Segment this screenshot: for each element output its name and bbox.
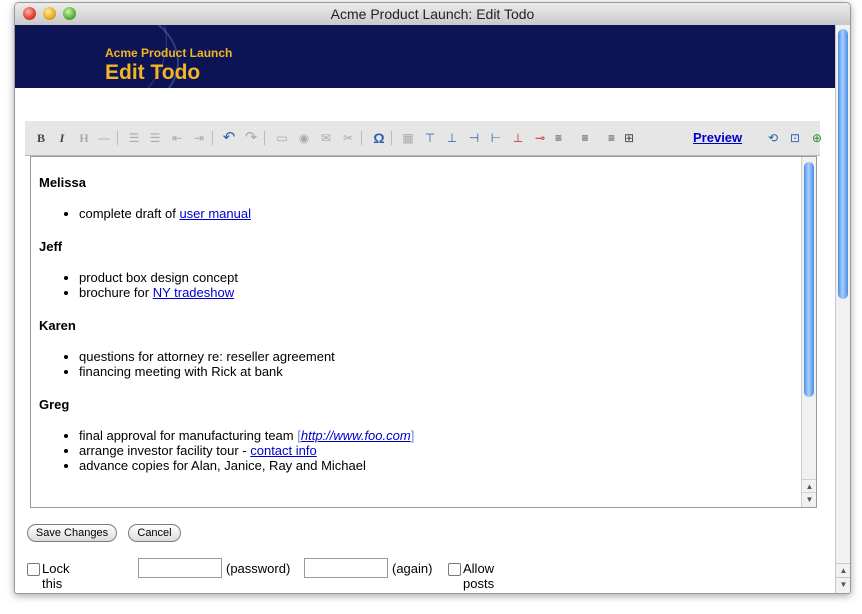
toolbar-divider [212,131,213,145]
redo-icon[interactable]: ↷ [243,130,259,146]
fullscreen-icon[interactable]: ⊡ [787,130,803,146]
insert-row-before-icon[interactable]: ⊤ [422,130,438,146]
page-title: Edit Todo [105,61,201,84]
insert-email-icon[interactable]: ✉ [318,130,334,146]
list-item: complete draft of user manual [79,206,789,221]
browser-window: Acme Product Launch: Edit Todo Acme Prod… [14,2,851,594]
foo-com-link[interactable]: http://www.foo.com [301,428,411,443]
insert-column-after-icon[interactable]: ⊢ [488,130,504,146]
title-bar: Acme Product Launch: Edit Todo [15,3,850,26]
list-item: final approval for manufacturing team [h… [79,428,789,443]
list-item: product box design concept [79,270,789,285]
todo-list: product box design concept brochure for … [39,270,789,300]
list-item: financing meeting with Rick at bank [79,364,789,379]
toolbar-divider [117,131,118,145]
ny-tradeshow-link[interactable]: NY tradeshow [153,285,234,300]
numbered-list-icon[interactable]: ☰ [147,130,163,146]
show-borders-icon[interactable]: ⊞ [621,130,637,146]
preview-link[interactable]: Preview [693,130,742,145]
password-again-input[interactable] [304,558,388,578]
align-left-icon[interactable]: ≡ [555,130,571,146]
page-scroll-thumb[interactable] [838,29,848,299]
password-again-label: (again) [392,561,433,576]
list-item: arrange investor facility tour - contact… [79,443,789,458]
editor-scroll-thumb[interactable] [804,162,814,397]
user-manual-link[interactable]: user manual [179,206,251,221]
outdent-icon[interactable]: ⇤ [169,130,185,146]
italic-icon[interactable]: I [54,130,70,146]
insert-media-icon[interactable]: ◉ [296,130,312,146]
page-scrollbar[interactable]: ▲ ▼ [835,25,850,593]
insert-column-before-icon[interactable]: ⊣ [466,130,482,146]
rich-text-editor[interactable]: Melissa complete draft of user manual Je… [30,156,817,508]
bullet-list-icon[interactable]: ☰ [126,130,142,146]
insert-image-icon[interactable]: ▭ [274,130,290,146]
align-center-icon[interactable]: ≡ [577,130,593,146]
section-heading: Greg [39,397,70,412]
password-label: (password) [226,561,291,576]
contact-info-link[interactable]: contact info [250,443,317,458]
editor-content[interactable]: Melissa complete draft of user manual Je… [39,165,789,491]
cancel-button[interactable]: Cancel [128,524,181,542]
toolbar-divider [391,131,392,145]
undo-icon[interactable]: ↶ [221,130,237,146]
special-character-icon[interactable]: Ω [371,130,387,146]
save-changes-button[interactable]: Save Changes [27,524,117,542]
heading-icon[interactable]: H [76,130,92,146]
bold-icon[interactable]: B [33,130,49,146]
editor-scroll-down-button[interactable]: ▼ [802,492,816,506]
delete-row-icon[interactable]: ⊸ [532,130,548,146]
section-heading: Karen [39,318,76,333]
insert-row-after-icon[interactable]: ⊥ [444,130,460,146]
horizontal-rule-icon[interactable]: — [96,130,112,146]
window-title: Acme Product Launch: Edit Todo [330,6,535,22]
page-banner: Acme Product Launch Edit Todo [15,25,835,88]
indent-icon[interactable]: ⇥ [191,130,207,146]
password-input[interactable] [138,558,222,578]
section-heading: Jeff [39,239,63,254]
lock-page-label: Lock this page: [42,561,75,593]
unlink-icon[interactable]: ✂ [340,130,356,146]
allow-posts-checkbox[interactable] [448,563,461,576]
delete-column-icon[interactable]: ⊥ [510,130,526,146]
toolbar-divider [361,131,362,145]
page-scroll-up-button[interactable]: ▲ [836,563,850,578]
editor-scroll-up-button[interactable]: ▲ [802,479,816,493]
allow-posts-label: Allow posts when locked [463,561,495,593]
editor-toolbar: B I H — ☰ ☰ ⇤ ⇥ ↶ ↷ ▭ ◉ ✉ ✂ Ω ▦ ⊤ ⊥ ⊣ ⊢ … [25,121,822,156]
todo-list: complete draft of user manual [39,206,789,221]
insert-table-icon[interactable]: ▦ [400,130,416,146]
edit-source-icon[interactable]: ⟲ [765,130,781,146]
list-item: brochure for NY tradeshow [79,285,789,300]
align-right-icon[interactable]: ≡ [599,130,615,146]
list-item: questions for attorney re: reseller agre… [79,349,789,364]
project-name: Acme Product Launch [105,46,233,60]
toolbar-divider [264,131,265,145]
add-icon[interactable]: ⊕ [809,130,825,146]
todo-list: final approval for manufacturing team [h… [39,428,789,473]
editor-scrollbar[interactable]: ▲ ▼ [801,157,816,507]
list-item: advance copies for Alan, Janice, Ray and… [79,458,789,473]
external-link: [http://www.foo.com] [297,428,415,443]
section-heading: Melissa [39,175,86,190]
page-scroll-down-button[interactable]: ▼ [836,577,850,592]
lock-page-checkbox[interactable] [27,563,40,576]
todo-list: questions for attorney re: reseller agre… [39,349,789,379]
